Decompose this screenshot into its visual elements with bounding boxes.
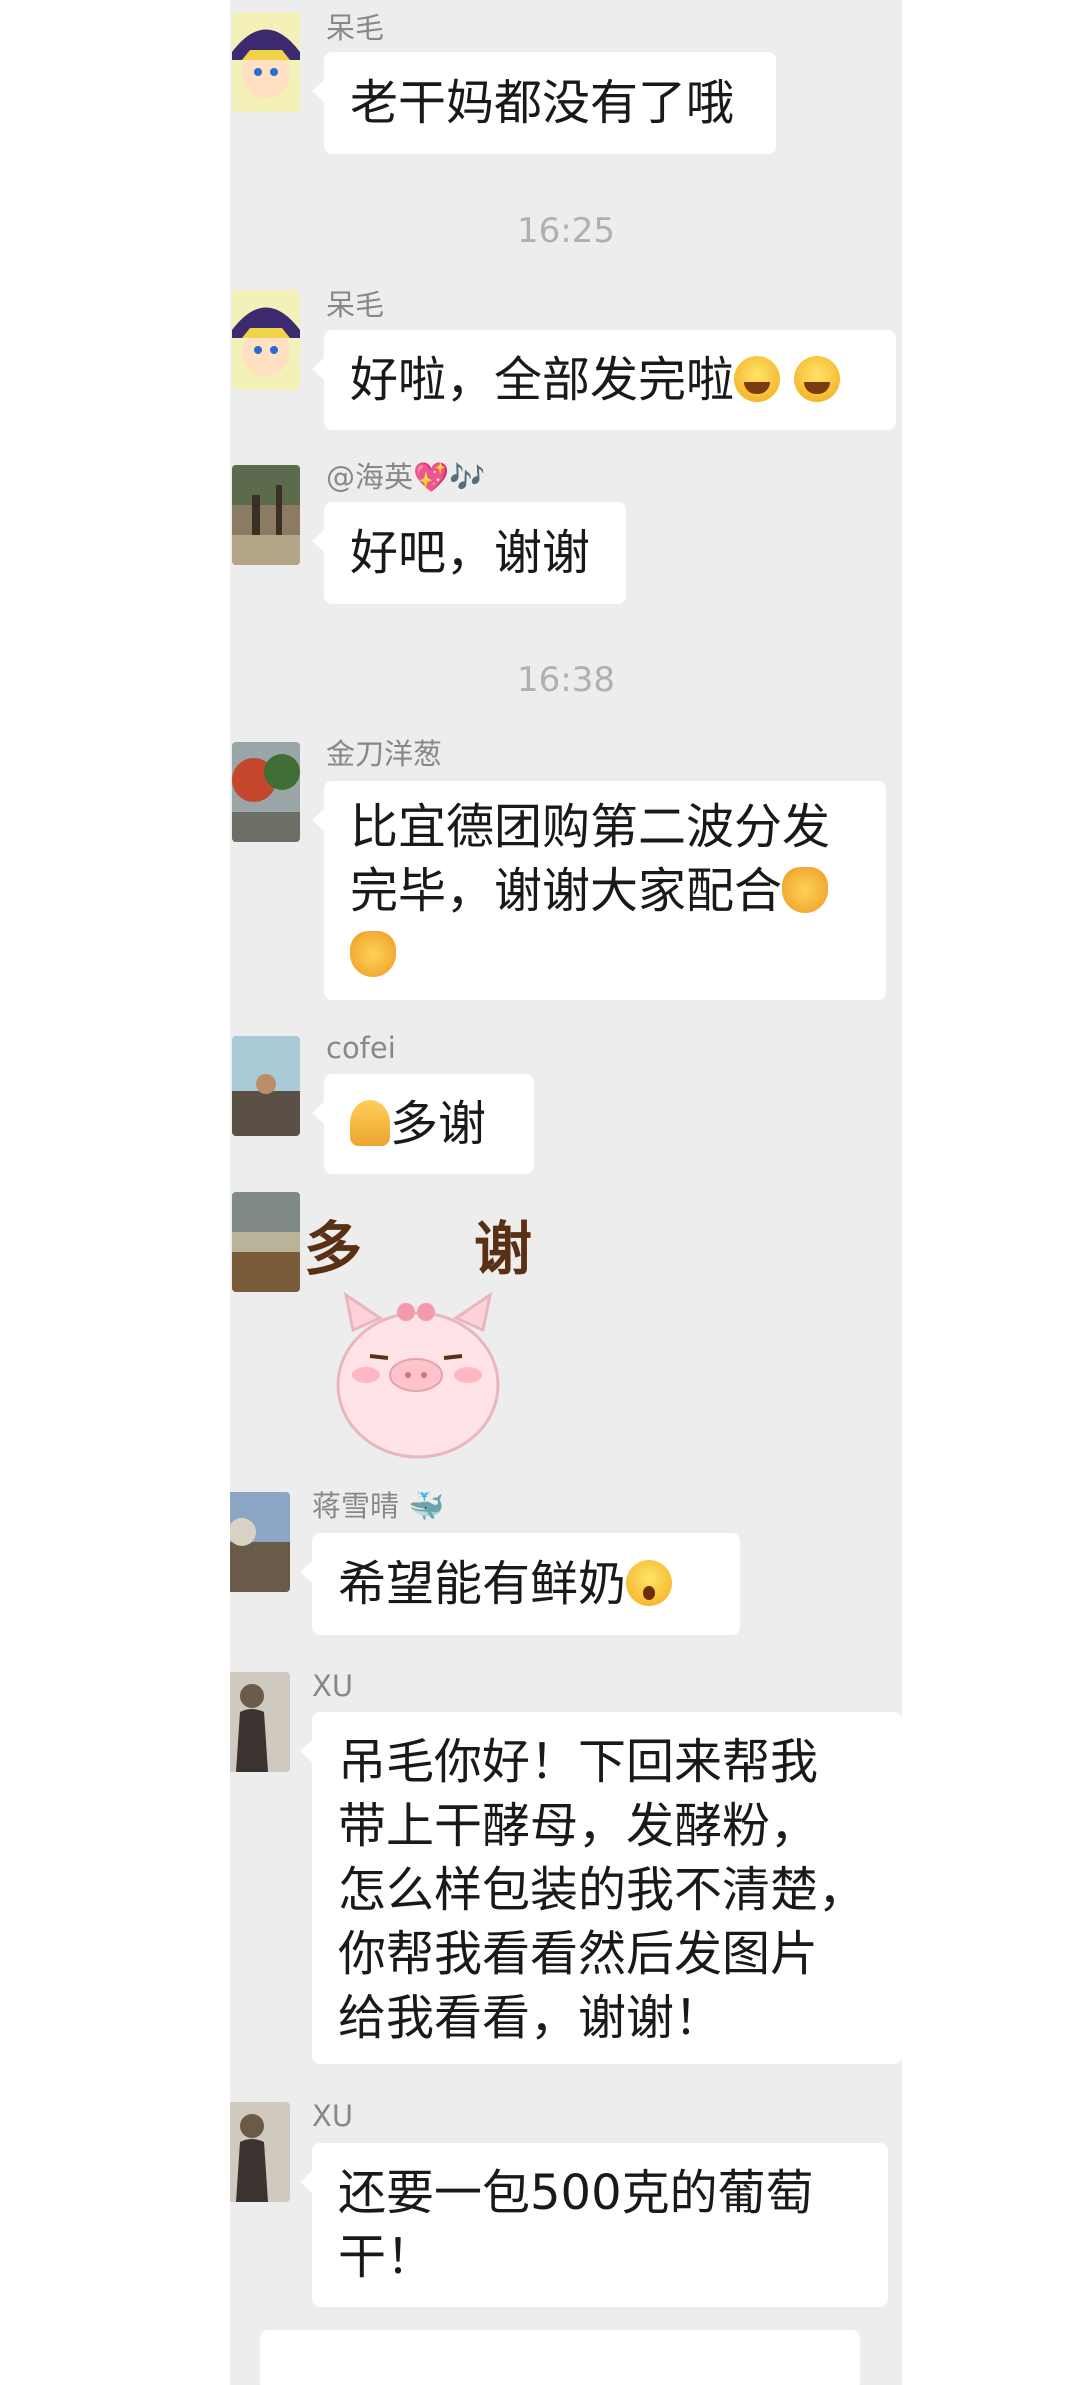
- avatar-xu[interactable]: [230, 2102, 290, 2202]
- timestamp: 16:38: [517, 660, 615, 700]
- sender-name: XU: [312, 2099, 354, 2133]
- message-text-line: 带上干酵母，发酵粉，: [338, 1798, 819, 1854]
- sender-name: @海英💖🎶: [326, 460, 486, 494]
- message-text-line: 还要一包500克的葡萄: [338, 2165, 814, 2221]
- message-text-line: 吊毛你好！下回来帮我: [338, 1734, 819, 1790]
- grinning-face-icon: [794, 356, 841, 402]
- grinning-face-icon: [734, 356, 781, 402]
- message-text: 老干妈都没有了哦: [350, 75, 735, 131]
- message-text-line: 完毕，谢谢大家配合: [350, 863, 783, 919]
- avatar-xu[interactable]: [230, 1672, 290, 1772]
- handshake-icon: [782, 867, 829, 913]
- message-text-line: 干！: [338, 2229, 435, 2285]
- astonished-face-icon: [626, 1560, 673, 1606]
- avatar-haiying[interactable]: [232, 465, 300, 565]
- sender-name: cofei: [326, 1031, 396, 1065]
- message-bubble[interactable]: 比宜德团购第二波分发 完毕，谢谢大家配合: [312, 781, 886, 1000]
- sender-name: 蒋雪晴 🐳: [312, 1489, 445, 1523]
- avatar-daimao[interactable]: [232, 290, 300, 390]
- sticker-caption: 谢: [474, 1215, 533, 1283]
- pig-icon: [336, 1291, 500, 1459]
- folded-hands-icon: [350, 1100, 390, 1146]
- chat-panel: 呆毛 老干妈都没有了哦 16:25 呆毛 好啦，全部发完啦 @海英💖🎶 好吧，谢…: [230, 0, 902, 2385]
- sender-name: 金刀洋葱: [326, 737, 443, 771]
- sender-name: XU: [312, 1669, 354, 1703]
- message-text: 多谢: [390, 1096, 487, 1152]
- message-text: 好啦，全部发完啦: [350, 352, 735, 408]
- sender-name: 呆毛: [326, 11, 385, 45]
- sticker-caption: 多: [304, 1215, 363, 1283]
- message-bubble[interactable]: 多谢: [312, 1074, 534, 1174]
- message-text-line: 你帮我看看然后发图片: [338, 1926, 819, 1982]
- avatar-jindao[interactable]: [232, 742, 300, 842]
- pig-sticker[interactable]: 多 谢: [304, 1200, 534, 1460]
- handshake-icon: [350, 931, 396, 977]
- message-bubble[interactable]: 吊毛你好！下回来帮我 带上干酵母，发酵粉， 怎么样包装的我不清楚， 你帮我看看然…: [300, 1712, 902, 2064]
- message-text-line: 给我看看，谢谢！: [338, 1990, 723, 2046]
- message-bubble[interactable]: 好啦，全部发完啦: [312, 330, 896, 430]
- message-text: 好吧，谢谢: [350, 525, 591, 581]
- avatar-cofei[interactable]: [232, 1036, 300, 1136]
- message-bubble[interactable]: 好吧，谢谢: [312, 502, 626, 604]
- timestamp: 16:25: [517, 211, 615, 251]
- avatar-sticker-sender[interactable]: [232, 1192, 300, 1292]
- message-input[interactable]: [260, 2330, 860, 2385]
- message-bubble[interactable]: 还要一包500克的葡萄 干！: [300, 2143, 888, 2307]
- message-bubble[interactable]: 希望能有鲜奶: [300, 1533, 740, 1635]
- message-bubble[interactable]: 老干妈都没有了哦: [312, 52, 776, 154]
- message-text: 希望能有鲜奶: [338, 1556, 627, 1612]
- sender-name: 呆毛: [326, 288, 385, 322]
- message-text-line: 怎么样包装的我不清楚，: [338, 1862, 867, 1918]
- message-text-line: 比宜德团购第二波分发: [350, 799, 831, 855]
- avatar-jiangxueqing[interactable]: [230, 1492, 290, 1592]
- avatar-daimao[interactable]: [232, 12, 300, 112]
